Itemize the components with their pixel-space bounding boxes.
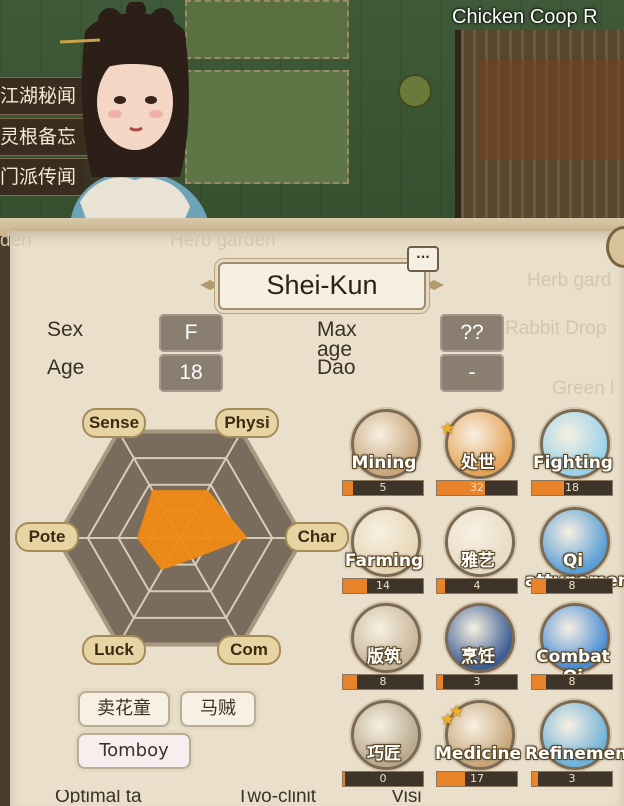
skill-1[interactable]: Mining 5	[342, 409, 428, 499]
skill-4[interactable]: Farming 14	[342, 507, 428, 597]
skill-name: 巧匠	[367, 744, 401, 764]
character-name-plate[interactable]: Shei-Kun	[218, 262, 426, 310]
skill-2[interactable]: 处世 32 ★	[436, 409, 522, 499]
skill-6[interactable]: Qi attunement8	[525, 507, 624, 597]
skill-10[interactable]: 巧匠 0	[342, 700, 428, 790]
skill-name: 处世	[461, 453, 495, 473]
skill-name: Medicine	[435, 744, 521, 764]
radar-axis-comprehension: Com	[217, 635, 281, 665]
skill-name: 版筑	[367, 647, 401, 667]
stat-label-sex: Sex	[47, 318, 84, 341]
skill-name: Farming	[344, 551, 424, 571]
skill-12[interactable]: Refinement 3	[525, 700, 624, 790]
skill-progress-bar: 8	[531, 578, 613, 594]
skill-level: 8	[568, 675, 576, 688]
skill-name: Refinement	[525, 744, 624, 764]
skill-8[interactable]: 烹饪 3	[436, 603, 522, 693]
skill-level: 0	[379, 772, 387, 785]
skill-9[interactable]: Combat Qi8	[531, 603, 617, 693]
skill-progress-bar: 17	[436, 771, 518, 787]
trait-tag[interactable]: Tomboy	[77, 733, 191, 769]
skill-11[interactable]: Medicine 17 ★ ★	[435, 700, 522, 790]
skill-name: Mining	[351, 453, 417, 473]
stat-label-age: Age	[47, 356, 85, 379]
radar-axis-potential: Pote	[15, 522, 79, 552]
coop-floor	[480, 60, 624, 160]
ghost-label: Green l	[552, 378, 615, 399]
skill-level: 8	[379, 675, 387, 688]
skill-name: 烹饪	[461, 647, 495, 667]
radar-axis-physique: Physi	[215, 408, 279, 438]
skill-level: 4	[473, 579, 481, 592]
stat-value-dao: -	[440, 354, 504, 392]
radar-axis-charisma: Char	[285, 522, 349, 552]
skill-level: 18	[565, 481, 579, 494]
stat-value-age: 18	[159, 354, 223, 392]
skill-progress-bar: 32	[436, 480, 518, 496]
trait-tag[interactable]: 马贼	[180, 691, 256, 727]
skill-level: 14	[376, 579, 390, 592]
skill-progress-bar: 18	[531, 480, 613, 496]
bottom-item: Optimal ta	[55, 790, 142, 803]
building-label: Chicken Coop R	[452, 6, 598, 28]
stat-value-sex: F	[159, 314, 223, 352]
skill-5[interactable]: 雅艺 4	[436, 507, 522, 597]
chat-bubble-icon[interactable]: ···	[407, 246, 439, 272]
character-name: Shei-Kun	[266, 270, 378, 300]
ghost-label: den	[0, 230, 32, 251]
skill-progress-bar: 14	[342, 578, 424, 594]
skill-progress-bar: 8	[342, 674, 424, 690]
bottom-row: Optimal ta Two-clinit Visi	[55, 790, 624, 803]
bottom-item: Visi	[391, 790, 422, 803]
skill-name: Fighting	[533, 453, 613, 473]
character-portrait	[59, 2, 210, 230]
ornament-left	[200, 280, 220, 290]
stat-label-dao: Dao	[317, 356, 356, 379]
skill-name: 雅艺	[461, 551, 495, 571]
skill-level: 32	[470, 481, 484, 494]
stat-value-max-age: ??	[440, 314, 504, 352]
skill-progress-bar: 4	[436, 578, 518, 594]
skill-level: 5	[379, 481, 387, 494]
trait-tag[interactable]: 卖花童	[78, 691, 170, 727]
star-icon: ★	[449, 702, 465, 722]
ornament-right	[424, 280, 444, 290]
ghost-label: Herb gard	[527, 270, 612, 291]
radar-axis-luck: Luck	[82, 635, 146, 665]
ghost-label: Rabbit Drop	[505, 318, 607, 339]
skill-progress-bar: 0	[342, 771, 424, 787]
radar-axis-sense: Sense	[82, 408, 146, 438]
stat-label-max-age: Max age	[317, 318, 357, 361]
skill-3[interactable]: Fighting 18	[531, 409, 617, 499]
skill-level: 3	[473, 675, 481, 688]
bush	[398, 74, 432, 108]
star-icon: ★	[440, 419, 456, 439]
skill-level: 17	[470, 772, 484, 785]
skill-progress-bar: 3	[436, 674, 518, 690]
ghost-label: Herb garden	[170, 230, 276, 251]
bottom-item: Two-clinit	[236, 790, 317, 803]
skill-progress-bar: 3	[531, 771, 613, 787]
skill-7[interactable]: 版筑 8	[342, 603, 428, 693]
skill-progress-bar: 5	[342, 480, 424, 496]
skill-level: 3	[568, 772, 576, 785]
skill-level: 8	[568, 579, 576, 592]
skill-progress-bar: 8	[531, 674, 613, 690]
